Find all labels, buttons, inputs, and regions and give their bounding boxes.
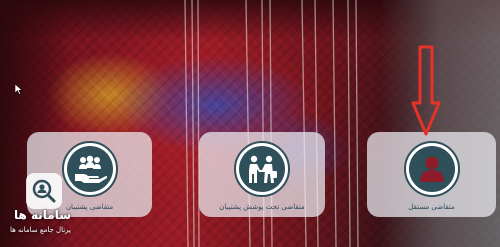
- independent-applicant-icon-circle: [403, 141, 460, 197]
- red-down-arrow-icon: [411, 45, 441, 136]
- independent-applicant-label: متقاضی مستقل: [408, 203, 455, 211]
- watermark-title: سامانه ها: [14, 208, 72, 222]
- watermark-subtitle: پرتال جامع سامانه ها: [10, 226, 71, 234]
- handshake-icon: [239, 146, 285, 192]
- magnifier-person-icon: [26, 173, 62, 209]
- independent-applicant-card[interactable]: متقاضی مستقل: [367, 132, 496, 217]
- covered-applicant-label: متقاضی تحت پوشش پشتیبان: [219, 203, 305, 211]
- user-icon: [408, 146, 455, 192]
- covered-applicant-icon-circle: [234, 141, 290, 197]
- application-type-selection-screen: متقاضی پشتیبان متقاضی تحت پوشش پشتیبان م…: [0, 0, 500, 247]
- mouse-pointer-icon: [15, 84, 23, 95]
- samaneha-watermark: سامانه ها پرتال جامع سامانه ها: [2, 170, 97, 242]
- covered-applicant-card[interactable]: متقاضی تحت پوشش پشتیبان: [199, 132, 325, 217]
